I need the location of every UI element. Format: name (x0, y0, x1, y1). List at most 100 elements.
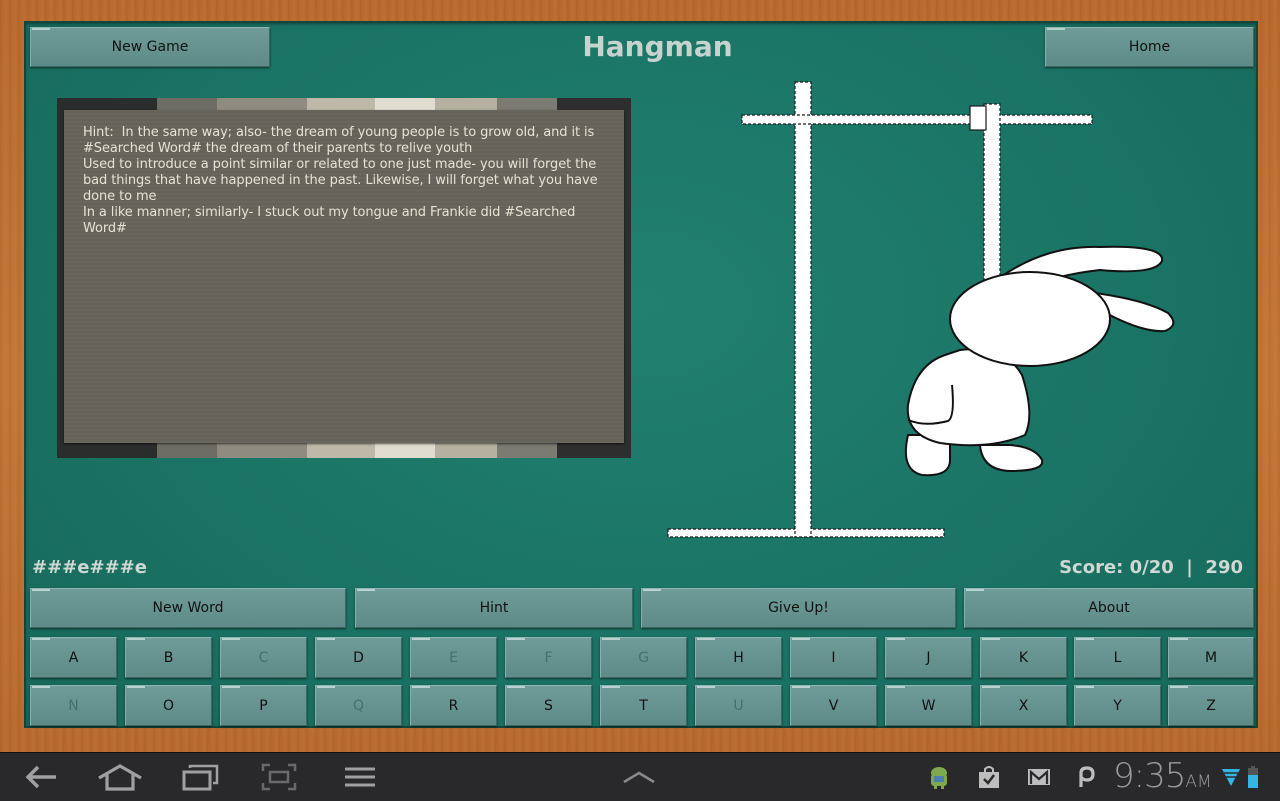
score-display: Score: 0/20 | 290 (1059, 557, 1243, 578)
screenshot-icon[interactable] (260, 753, 298, 801)
play-store-update-icon[interactable] (977, 753, 1001, 801)
button-highlight (1170, 638, 1188, 640)
home-button[interactable]: Home (1045, 27, 1254, 67)
button-highlight (127, 638, 145, 640)
key-label: P (259, 697, 268, 714)
key-h[interactable]: H (695, 637, 782, 678)
button-highlight (1170, 686, 1188, 688)
recent-apps-icon[interactable] (182, 753, 220, 801)
button-highlight (982, 638, 1000, 640)
button-highlight (127, 686, 145, 688)
key-f: F (505, 637, 592, 678)
key-e: E (410, 637, 497, 678)
rope-knot (969, 105, 987, 131)
hint-label: Hint (479, 600, 509, 616)
key-l[interactable]: L (1074, 637, 1161, 678)
key-b[interactable]: B (125, 637, 212, 678)
menu-icon[interactable] (343, 753, 377, 801)
back-icon[interactable] (22, 753, 60, 801)
new-game-button[interactable]: New Game (30, 27, 270, 67)
button-highlight (507, 686, 525, 688)
key-label: H (733, 649, 744, 666)
button-highlight (1076, 686, 1094, 688)
key-o[interactable]: O (125, 685, 212, 726)
key-label: G (638, 649, 649, 666)
button-highlight (966, 589, 984, 591)
key-label: Z (1206, 697, 1216, 714)
key-label: C (258, 649, 269, 666)
key-label: J (926, 649, 931, 666)
button-highlight (357, 589, 375, 591)
give-up-label: Give Up! (768, 600, 829, 616)
key-a[interactable]: A (30, 637, 117, 678)
button-highlight (32, 686, 50, 688)
key-i[interactable]: I (790, 637, 877, 678)
hint-button[interactable]: Hint (355, 588, 633, 628)
button-highlight (32, 589, 50, 591)
key-label: M (1204, 649, 1218, 666)
masked-word: ###e###e (32, 557, 147, 578)
key-label: E (449, 649, 458, 666)
key-label: Y (1113, 697, 1122, 714)
key-t[interactable]: T (600, 685, 687, 726)
button-highlight (32, 28, 50, 30)
key-p[interactable]: P (220, 685, 307, 726)
about-button[interactable]: About (964, 588, 1254, 628)
new-word-label: New Word (152, 600, 224, 616)
key-label: T (639, 697, 648, 714)
key-m[interactable]: M (1168, 637, 1254, 678)
give-up-button[interactable]: Give Up! (641, 588, 956, 628)
clock-time: 9:35 (1113, 756, 1186, 796)
pulse-icon[interactable] (1075, 753, 1097, 801)
new-game-label: New Game (111, 39, 189, 55)
home-icon[interactable] (97, 753, 143, 801)
key-s[interactable]: S (505, 685, 592, 726)
button-highlight (412, 686, 430, 688)
button-highlight (792, 686, 810, 688)
key-label: X (1018, 697, 1029, 714)
key-v[interactable]: V (790, 685, 877, 726)
key-label: R (448, 697, 459, 714)
button-highlight (412, 638, 430, 640)
hint-text: Hint: In the same way; also- the dream o… (83, 125, 598, 236)
key-k[interactable]: K (980, 637, 1067, 678)
key-label: K (1018, 649, 1029, 666)
key-w[interactable]: W (885, 685, 972, 726)
button-highlight (1047, 28, 1065, 30)
about-label: About (1088, 600, 1130, 616)
button-highlight (697, 686, 715, 688)
hangman-drawing (667, 81, 1175, 538)
key-label: B (163, 649, 174, 666)
key-label: L (1113, 649, 1122, 666)
gallows-post (794, 81, 812, 538)
new-word-button[interactable]: New Word (30, 588, 346, 628)
key-label: V (828, 697, 839, 714)
key-label: O (162, 697, 175, 714)
key-label: F (544, 649, 553, 666)
key-label: W (921, 697, 936, 714)
key-r[interactable]: R (410, 685, 497, 726)
key-x[interactable]: X (980, 685, 1067, 726)
gmail-icon[interactable] (1026, 753, 1052, 801)
android-debug-icon[interactable] (926, 753, 952, 801)
key-g: G (600, 637, 687, 678)
key-d[interactable]: D (315, 637, 402, 678)
button-highlight (222, 638, 240, 640)
button-highlight (602, 638, 620, 640)
bunny (904, 245, 1175, 477)
button-highlight (602, 686, 620, 688)
button-highlight (317, 686, 335, 688)
key-y[interactable]: Y (1074, 685, 1161, 726)
page-title: Hangman (582, 30, 733, 63)
button-highlight (697, 638, 715, 640)
key-j[interactable]: J (885, 637, 972, 678)
key-label: S (544, 697, 553, 714)
battery-icon (1246, 753, 1260, 801)
key-label: I (831, 649, 836, 666)
button-highlight (887, 638, 905, 640)
key-label: D (353, 649, 364, 666)
gallows-rope (983, 103, 1001, 305)
wifi-icon (1220, 753, 1242, 801)
key-z[interactable]: Z (1168, 685, 1254, 726)
chevron-up-icon[interactable] (620, 753, 658, 801)
